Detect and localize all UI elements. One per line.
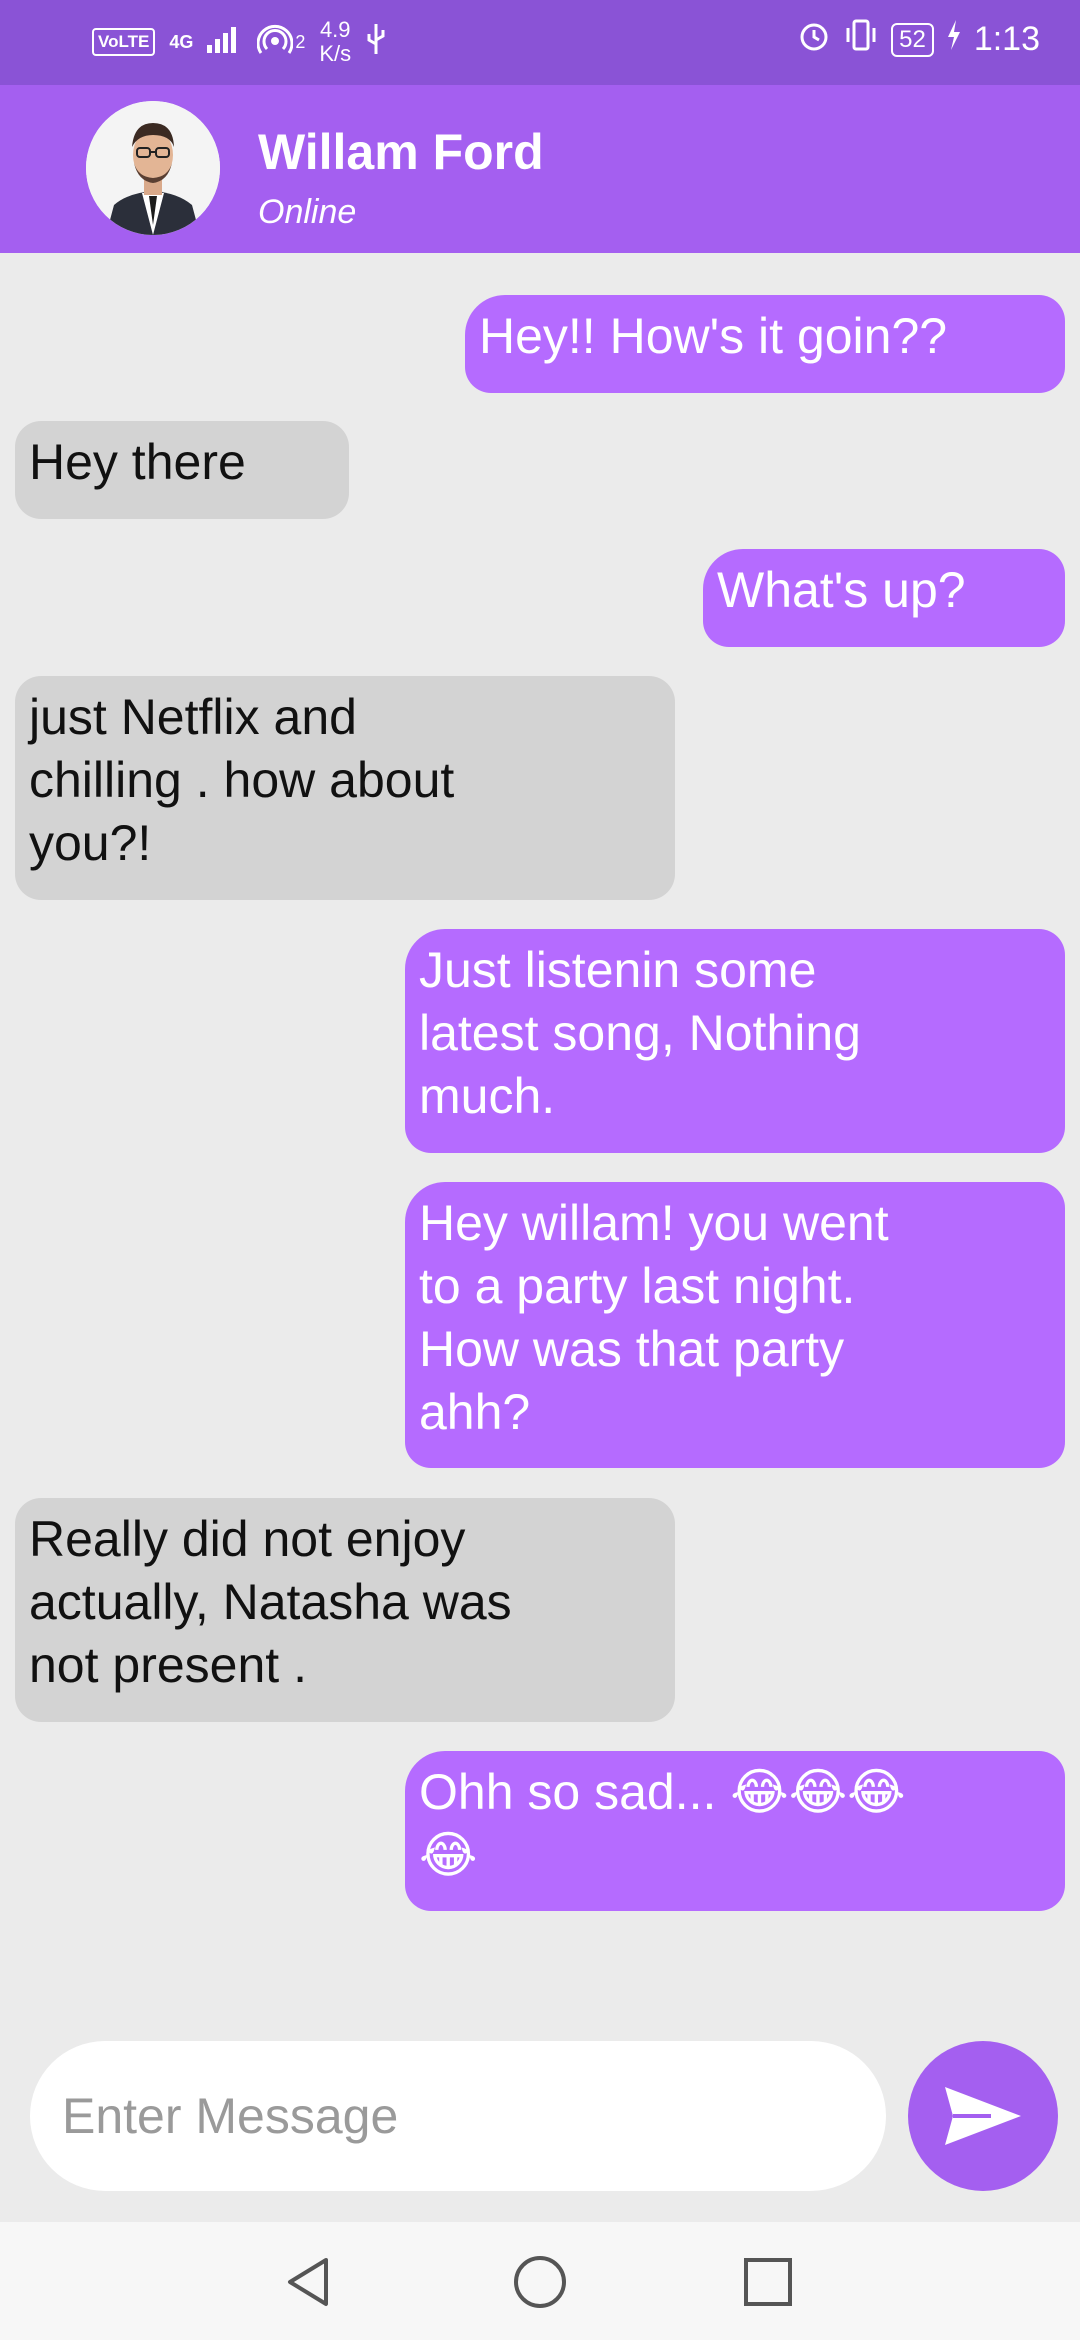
signal-icon <box>207 25 243 59</box>
message-input[interactable] <box>60 2086 886 2146</box>
charging-icon <box>946 20 962 59</box>
message-list[interactable]: Hey!! How's it goin?? Hey there What's u… <box>0 253 1080 2023</box>
send-button[interactable] <box>908 2041 1058 2191</box>
recents-button[interactable] <box>738 2252 798 2312</box>
hotspot-count: 2 <box>295 31 306 52</box>
message-sent[interactable]: Hey!! How's it goin?? <box>465 295 1065 393</box>
contact-name[interactable]: Willam Ford <box>258 123 544 181</box>
alarm-icon <box>797 18 831 61</box>
hotspot-icon <box>256 23 294 61</box>
message-sent[interactable]: Hey willam! you went to a party last nig… <box>405 1182 1065 1468</box>
home-button[interactable] <box>510 2252 570 2312</box>
chat-header: Willam Ford Online <box>0 85 1080 253</box>
clock: 1:13 <box>973 20 1040 58</box>
message-received[interactable]: Really did not enjoy actually, Natasha w… <box>15 1498 675 1722</box>
volte-badge: VoLTE <box>92 28 156 56</box>
vibrate-icon <box>843 18 879 61</box>
message-sent[interactable]: Just listenin some latest song, Nothing … <box>405 929 1065 1153</box>
avatar[interactable] <box>86 101 220 235</box>
home-circle-icon <box>514 2256 566 2308</box>
status-bar: VoLTE 4G 2 4.9 K/s 52 1:13 <box>0 0 1080 85</box>
message-sent[interactable]: What's up? <box>703 549 1065 647</box>
message-input-container[interactable] <box>30 2041 886 2191</box>
battery-icon: 52 <box>891 22 934 57</box>
recents-square-icon <box>744 2258 792 2306</box>
status-left: VoLTE 4G 2 4.9 K/s <box>92 18 387 66</box>
contact-status: Online <box>258 193 357 231</box>
speed-value: 4.9 <box>319 17 351 42</box>
usb-icon <box>365 22 387 62</box>
network-type: 4G <box>169 31 194 52</box>
navigation-bar <box>0 2222 1080 2340</box>
message-received[interactable]: just Netflix and chilling . how about yo… <box>15 676 675 900</box>
message-sent[interactable]: Ohh so sad... 😂😂😂 😂 <box>405 1751 1065 1911</box>
avatar-image <box>86 101 220 235</box>
status-right: 52 1:13 <box>797 18 1040 61</box>
back-triangle-icon <box>288 2258 328 2306</box>
speed-unit: K/s <box>319 41 352 66</box>
message-received[interactable]: Hey there <box>15 421 349 519</box>
send-icon <box>945 2087 1021 2145</box>
net-speed: 4.9 K/s <box>319 18 351 66</box>
back-button[interactable] <box>280 2252 340 2312</box>
